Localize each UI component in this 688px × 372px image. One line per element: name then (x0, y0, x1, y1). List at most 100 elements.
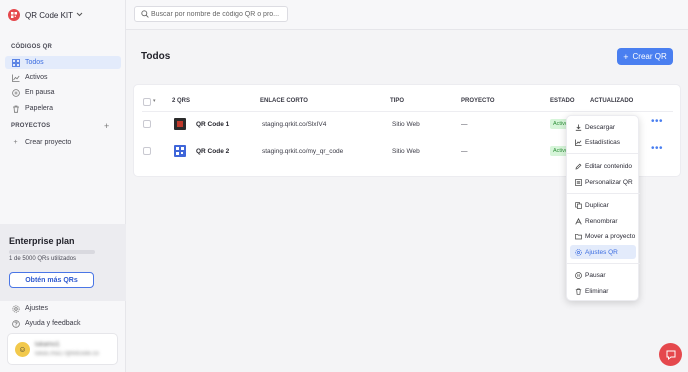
sidebar-item-en-pausa[interactable]: En pausa (5, 86, 121, 99)
menu-item-label: Eliminar (585, 287, 609, 295)
qr-project: — (461, 121, 468, 128)
row-checkbox[interactable] (143, 120, 151, 128)
qr-short-link[interactable]: staging.qrkit.co/SlxIV4 (262, 121, 326, 128)
menu-item-label: Ajustes QR (585, 248, 618, 256)
menu-item-label: Editar contenido (585, 162, 632, 170)
sidebar-item-label: En pausa (25, 89, 55, 96)
chevron-down-icon (76, 12, 83, 19)
header-count: 2 QRS (172, 98, 191, 104)
search-input[interactable] (151, 10, 281, 18)
qr-short-link[interactable]: staging.qrkit.co/my_qr_code (262, 148, 343, 155)
menu-item-label: Duplicar (585, 201, 609, 209)
sidebar-item-label: Todos (25, 59, 44, 66)
gear-icon (11, 304, 20, 313)
menu-item-mover-a-proyecto[interactable]: Mover a proyecto (570, 229, 636, 243)
menu-item-pausar[interactable]: Pausar (570, 268, 636, 282)
qr-thumbnail-icon (174, 145, 186, 157)
search-box[interactable] (134, 6, 288, 22)
edit-icon (575, 162, 582, 171)
select-all-checkbox[interactable] (143, 98, 151, 106)
plus-icon: + (13, 139, 18, 146)
download-icon (575, 123, 582, 132)
workspace-switcher[interactable]: QR Code KIT (8, 9, 83, 21)
duplicate-icon (575, 201, 582, 210)
menu-divider (567, 153, 640, 154)
sidebar-item-todos[interactable]: Todos (5, 56, 121, 69)
sidebar-item-papelera[interactable]: Papelera (5, 102, 121, 115)
context-menu: Descargar Estadísticas Editar contenido … (566, 115, 640, 301)
menu-item-descargar[interactable]: Descargar (570, 120, 636, 134)
stats-icon (575, 138, 582, 147)
avatar: ☺ (15, 342, 30, 357)
sidebar-item-label: Ajustes (25, 305, 48, 312)
chat-support-button[interactable] (659, 343, 682, 366)
qr-type: Sitio Web (392, 121, 420, 128)
chart-icon (11, 73, 20, 82)
header-divider (142, 111, 673, 112)
search-icon (140, 10, 149, 19)
header-short-link: ENLACE CORTO (260, 98, 308, 104)
sidebar-item-label: Ayuda y feedback (25, 320, 81, 327)
sidebar-item-ajustes[interactable]: Ajustes (11, 304, 48, 313)
select-menu-chevron-icon[interactable]: ▾ (153, 98, 156, 104)
menu-item-editar-contenido[interactable]: Editar contenido (570, 159, 636, 173)
trash-icon (575, 287, 582, 296)
more-options-icon[interactable]: ••• (651, 116, 663, 127)
add-project-icon[interactable]: + (104, 121, 109, 131)
create-qr-button[interactable]: + Crear QR (617, 48, 673, 65)
get-more-qrs-button[interactable]: Obtén más QRs (9, 272, 94, 288)
app-name: QR Code KIT (25, 10, 74, 20)
sidebar: QR Code KIT CÓDIGOS QR Todos Activos En … (0, 0, 126, 372)
header-status: ESTADO (550, 98, 575, 104)
header-type: TIPO (390, 98, 405, 104)
trash-icon (11, 104, 20, 113)
user-name: lukamo1 (35, 341, 60, 348)
page-title: Todos (141, 51, 171, 62)
pause-icon (575, 271, 582, 280)
plan-title: Enterprise plan (9, 236, 75, 246)
sidebar-item-ayuda[interactable]: Ayuda y feedback (11, 319, 81, 328)
rename-icon (575, 217, 582, 226)
section-label-projects: PROYECTOS (11, 123, 51, 129)
menu-item-renombrar[interactable]: Renombrar (570, 214, 636, 228)
create-project-label: Crear proyecto (25, 139, 72, 146)
qr-icon (575, 178, 582, 187)
plus-icon: + (623, 51, 629, 62)
brand-logo-icon (8, 9, 20, 21)
sidebar-item-activos[interactable]: Activos (5, 71, 121, 84)
create-project-button[interactable]: + Crear proyecto (5, 136, 121, 149)
create-qr-label: Crear QR (632, 52, 667, 61)
chat-icon (666, 350, 675, 360)
topbar (126, 0, 688, 30)
menu-item-label: Mover a proyecto (585, 232, 636, 240)
header-project: PROYECTO (461, 98, 495, 104)
user-email: lukas.ma17@kitcode.co (35, 351, 99, 357)
menu-item-duplicar[interactable]: Duplicar (570, 198, 636, 212)
menu-divider (567, 263, 640, 264)
row-checkbox[interactable] (143, 147, 151, 155)
menu-item-eliminar[interactable]: Eliminar (570, 284, 636, 298)
qr-name[interactable]: QR Code 1 (196, 121, 229, 128)
menu-item-label: Pausar (585, 271, 606, 279)
user-card[interactable]: ☺ lukamo1 lukas.ma17@kitcode.co (7, 333, 118, 365)
menu-item-ajustes-qr[interactable]: Ajustes QR (570, 245, 636, 259)
menu-item-label: Renombrar (585, 217, 618, 225)
pause-icon (11, 88, 20, 97)
menu-item-label: Descargar (585, 123, 615, 131)
more-options-icon[interactable]: ••• (651, 143, 663, 154)
header-updated: ACTUALIZADO (590, 98, 634, 104)
plan-usage-text: 1 de 5000 QRs utilizados (9, 256, 77, 262)
plan-card: Enterprise plan 1 de 5000 QRs utilizados… (0, 224, 126, 301)
qr-thumbnail-icon (174, 118, 186, 130)
grid-icon (11, 58, 20, 67)
qr-name[interactable]: QR Code 2 (196, 148, 229, 155)
sidebar-item-label: Activos (25, 74, 48, 81)
plan-usage-bar (9, 250, 95, 254)
sidebar-item-label: Papelera (25, 105, 54, 112)
menu-item-label: Estadísticas (585, 138, 621, 146)
menu-item-estadisticas[interactable]: Estadísticas (570, 135, 636, 149)
qr-type: Sitio Web (392, 148, 420, 155)
settings-icon (575, 248, 582, 257)
menu-item-personalizar-qr[interactable]: Personalizar QR (570, 175, 636, 189)
folder-icon (575, 232, 582, 241)
